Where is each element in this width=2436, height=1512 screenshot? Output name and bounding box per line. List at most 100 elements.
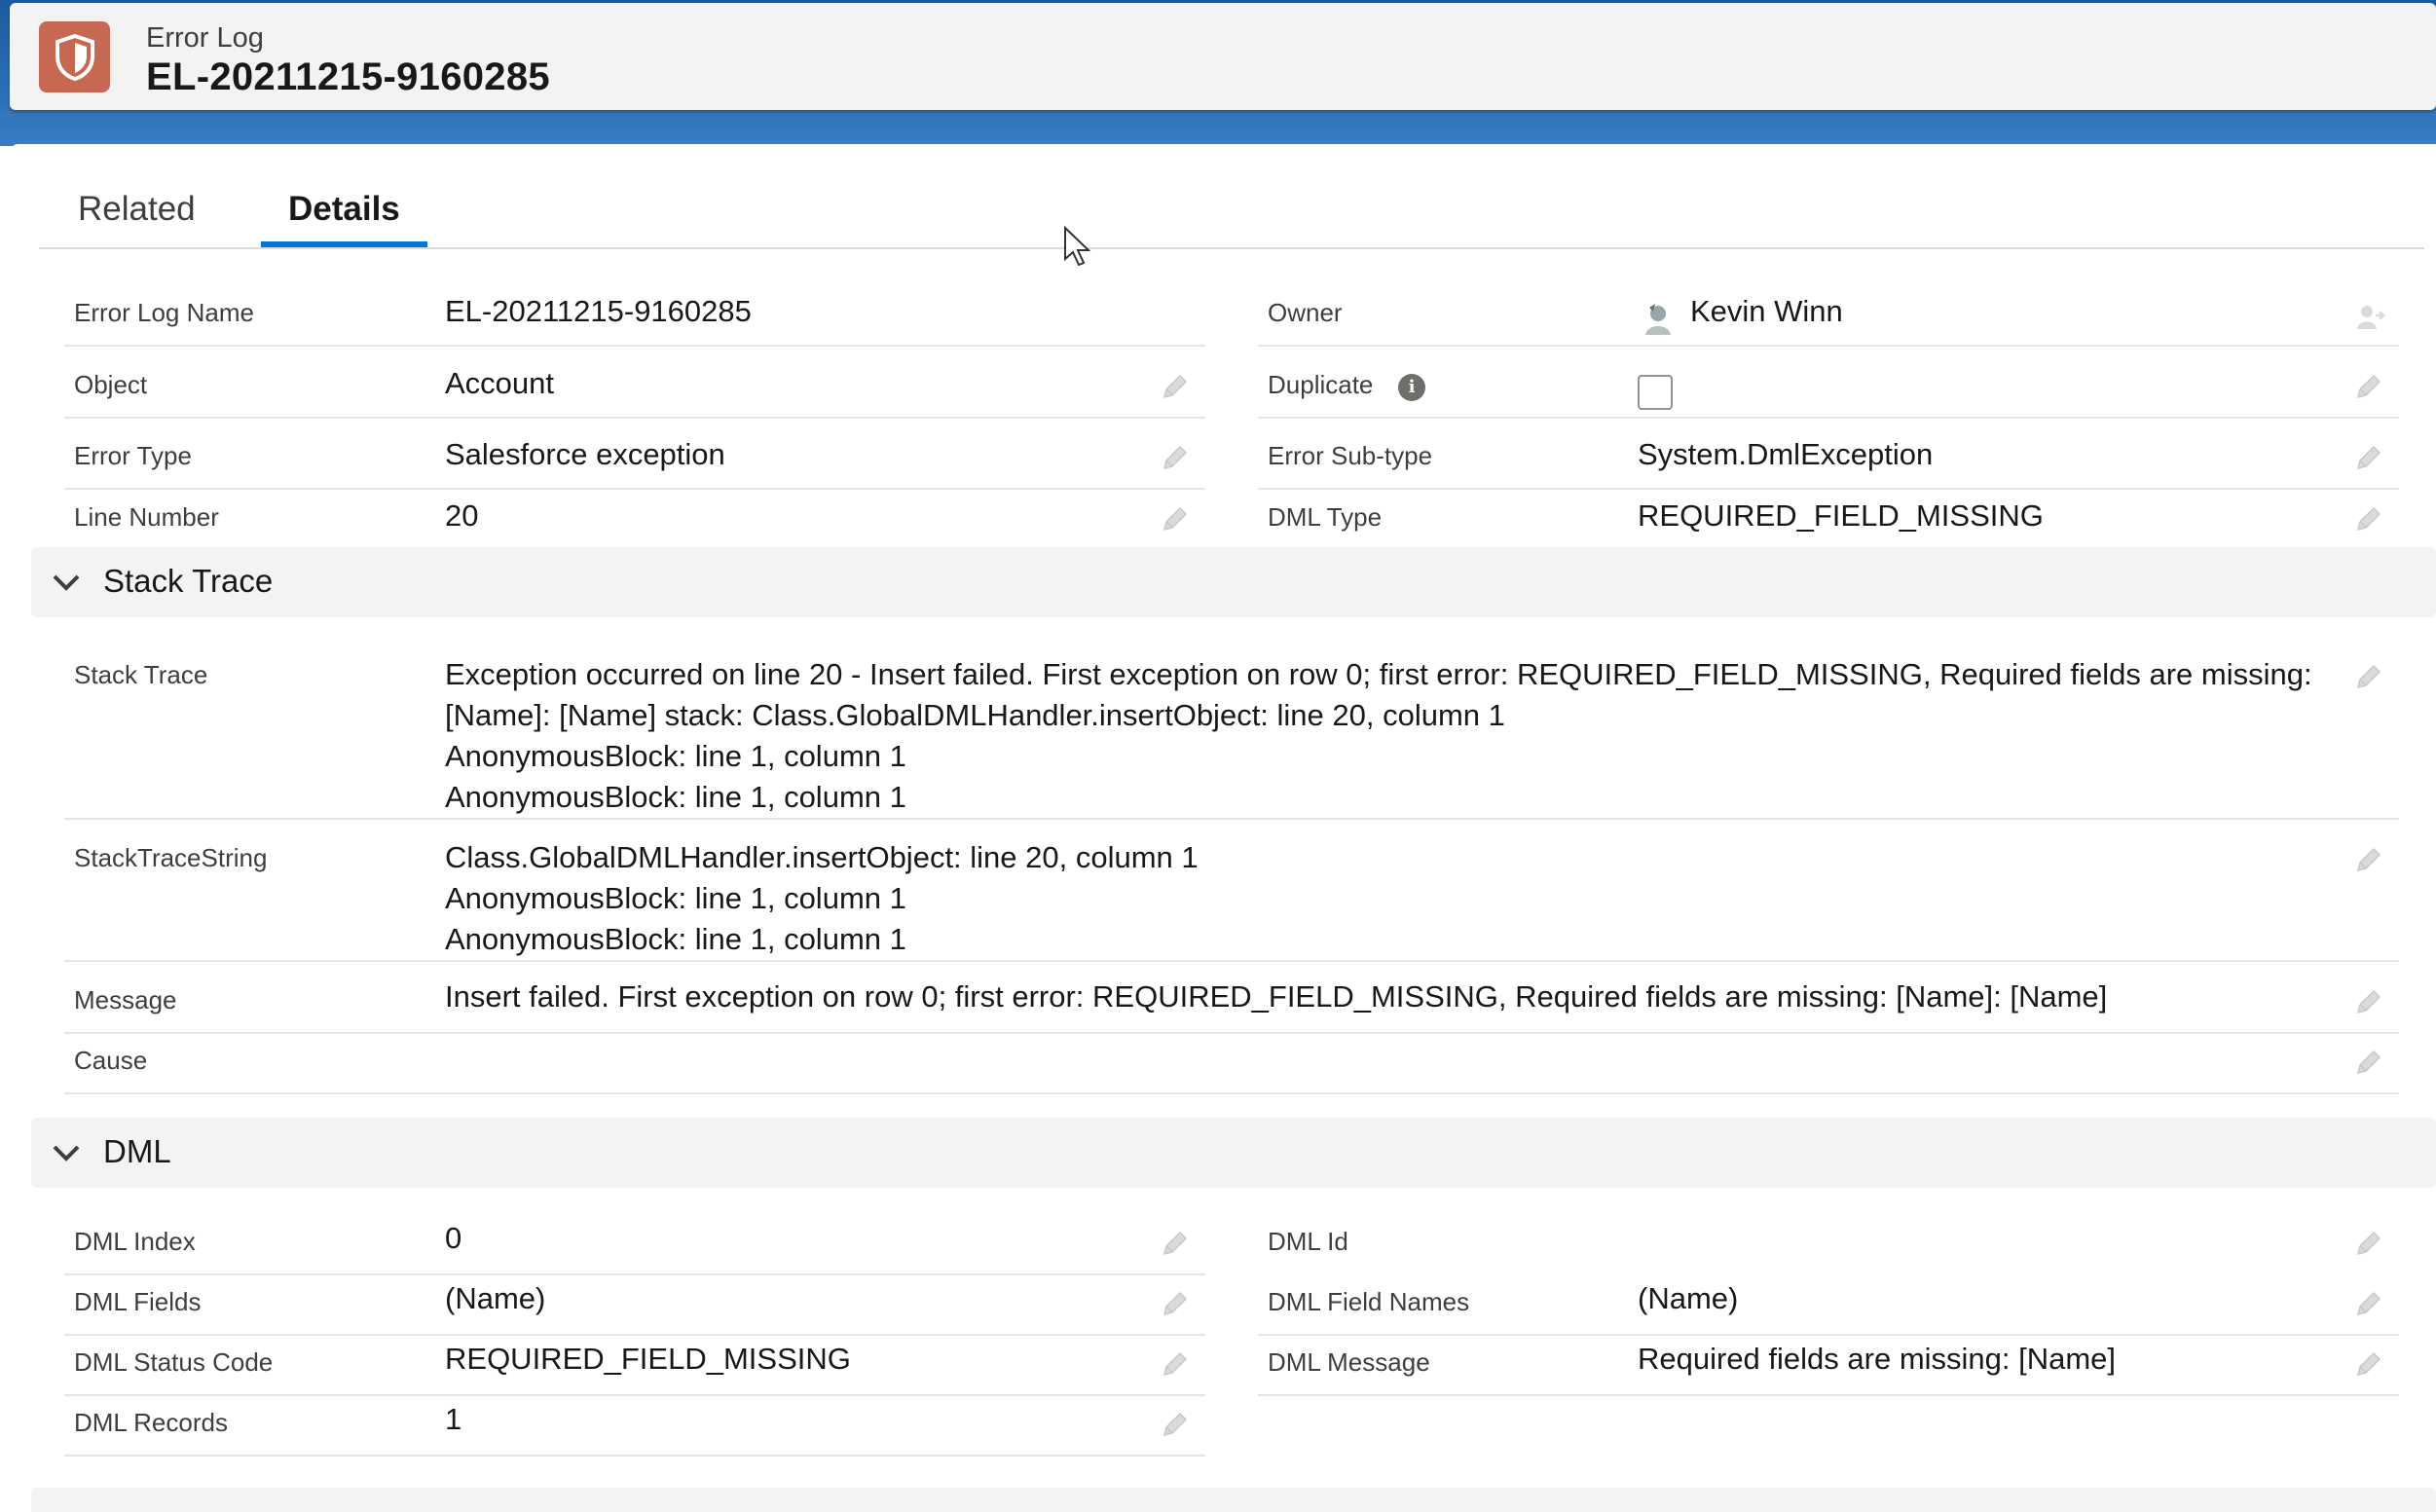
pencil-icon[interactable] bbox=[1159, 1347, 1192, 1381]
field-label: Cause bbox=[74, 1046, 148, 1075]
tab-details[interactable]: Details bbox=[261, 181, 427, 247]
field-dml-message: DML Message Required fields are missing:… bbox=[1258, 1338, 2399, 1396]
field-cause: Cause bbox=[64, 1036, 2399, 1094]
pencil-icon[interactable] bbox=[1159, 1287, 1192, 1320]
change-owner-icon[interactable] bbox=[2354, 302, 2385, 331]
pencil-icon[interactable] bbox=[2352, 660, 2385, 693]
field-value: Salesforce exception bbox=[445, 437, 725, 471]
chevron-down-icon bbox=[53, 574, 80, 591]
field-dml-status-code: DML Status Code REQUIRED_FIELD_MISSING bbox=[64, 1338, 1205, 1396]
pencil-icon[interactable] bbox=[1159, 1227, 1192, 1260]
chevron-down-icon bbox=[53, 1145, 80, 1162]
field-line-number: Line Number 20 bbox=[64, 493, 1205, 551]
divider bbox=[64, 1334, 1205, 1336]
field-label: DML Message bbox=[1268, 1347, 1430, 1377]
divider bbox=[64, 1394, 1205, 1396]
field-duplicate: Duplicate i bbox=[1258, 360, 2399, 419]
pencil-icon[interactable] bbox=[2352, 1227, 2385, 1260]
shield-icon bbox=[39, 21, 110, 92]
field-message: Message Insert failed. First exception o… bbox=[64, 976, 2399, 1034]
pencil-icon[interactable] bbox=[2352, 441, 2385, 474]
field-label: DML Records bbox=[74, 1408, 228, 1437]
divider bbox=[64, 1032, 2399, 1034]
divider bbox=[64, 488, 1205, 490]
pencil-icon[interactable] bbox=[2352, 843, 2385, 876]
field-label: DML Id bbox=[1268, 1227, 1348, 1256]
field-error-sub-type: Error Sub-type System.DmlException bbox=[1258, 431, 2399, 490]
field-label: Line Number bbox=[74, 502, 219, 532]
divider bbox=[1258, 1334, 2399, 1336]
field-owner: Owner Kevin Winn bbox=[1258, 288, 2399, 347]
stack-line: AnonymousBlock: line 1, column 1 bbox=[445, 780, 906, 814]
pencil-icon[interactable] bbox=[1159, 441, 1192, 474]
field-error-type: Error Type Salesforce exception bbox=[64, 431, 1205, 490]
field-label: Object bbox=[74, 370, 148, 399]
field-label: DML Status Code bbox=[74, 1347, 274, 1377]
owner-link[interactable]: Kevin Winn bbox=[1690, 294, 1843, 329]
divider bbox=[64, 345, 1205, 347]
field-dml-fields: DML Fields (Name) bbox=[64, 1277, 1205, 1336]
duplicate-checkbox[interactable] bbox=[1638, 375, 1673, 410]
pencil-icon[interactable] bbox=[2352, 1287, 2385, 1320]
field-dml-id: DML Id bbox=[1268, 1217, 2399, 1275]
pencil-icon[interactable] bbox=[1159, 1408, 1192, 1441]
stack-line: AnonymousBlock: line 1, column 1 bbox=[445, 739, 906, 773]
field-label: DML Type bbox=[1268, 502, 1383, 532]
pencil-icon[interactable] bbox=[2352, 985, 2385, 1018]
field-label: Error Sub-type bbox=[1268, 441, 1433, 470]
field-label: Duplicate bbox=[1268, 370, 1374, 399]
field-value: 20 bbox=[445, 498, 479, 533]
mouse-cursor-icon bbox=[1064, 226, 1091, 267]
divider bbox=[1258, 345, 2399, 347]
pencil-icon[interactable] bbox=[2352, 370, 2385, 403]
field-value: 0 bbox=[445, 1221, 462, 1255]
field-label: StackTraceString bbox=[74, 843, 268, 872]
stack-line: [Name]: [Name] stack: Class.GlobalDMLHan… bbox=[445, 698, 1505, 732]
pencil-icon[interactable] bbox=[2352, 502, 2385, 535]
field-object: Object Account bbox=[64, 360, 1205, 419]
section-title: DML bbox=[103, 1133, 171, 1169]
divider bbox=[64, 1092, 2399, 1094]
section-dml-header[interactable]: DML bbox=[31, 1118, 2436, 1188]
field-label: Owner bbox=[1268, 298, 1343, 327]
field-value: Insert failed. First exception on row 0;… bbox=[445, 979, 2108, 1014]
field-value: REQUIRED_FIELD_MISSING bbox=[1638, 498, 2044, 533]
tab-bar: Related Details bbox=[39, 181, 2424, 249]
field-label: Error Log Name bbox=[74, 298, 254, 327]
field-label: DML Field Names bbox=[1268, 1287, 1470, 1316]
divider bbox=[1258, 488, 2399, 490]
field-value: 1 bbox=[445, 1402, 462, 1436]
section-title: Stack Trace bbox=[103, 563, 274, 599]
field-value: Exception occurred on line 20 - Insert f… bbox=[445, 654, 2312, 818]
divider bbox=[64, 417, 1205, 419]
section-stack-trace-header[interactable]: Stack Trace bbox=[31, 547, 2436, 617]
pencil-icon[interactable] bbox=[1159, 370, 1192, 403]
field-dml-field-names: DML Field Names (Name) bbox=[1258, 1277, 2399, 1336]
divider bbox=[64, 1455, 1205, 1457]
avatar bbox=[1645, 304, 1671, 335]
record-title: EL-20211215-9160285 bbox=[146, 55, 550, 98]
stack-line: AnonymousBlock: line 1, column 1 bbox=[445, 922, 906, 956]
pencil-icon[interactable] bbox=[1159, 502, 1192, 535]
divider bbox=[1258, 1394, 2399, 1396]
field-stack-trace: Stack Trace Exception occurred on line 2… bbox=[64, 650, 2399, 820]
field-value: (Name) bbox=[445, 1281, 546, 1315]
section-next-header[interactable] bbox=[31, 1488, 2436, 1512]
divider bbox=[64, 818, 2399, 820]
stack-line: Exception occurred on line 20 - Insert f… bbox=[445, 657, 2312, 691]
stack-line: AnonymousBlock: line 1, column 1 bbox=[445, 881, 906, 915]
field-dml-records: DML Records 1 bbox=[64, 1398, 1205, 1457]
field-label: DML Fields bbox=[74, 1287, 202, 1316]
field-value: Class.GlobalDMLHandler.insertObject: lin… bbox=[445, 837, 1199, 960]
pencil-icon[interactable] bbox=[2352, 1347, 2385, 1381]
tab-related[interactable]: Related bbox=[51, 181, 223, 247]
field-label: Message bbox=[74, 985, 177, 1014]
field-value: REQUIRED_FIELD_MISSING bbox=[445, 1342, 851, 1376]
field-value: System.DmlException bbox=[1638, 437, 1934, 471]
field-dml-type: DML Type REQUIRED_FIELD_MISSING bbox=[1258, 493, 2399, 551]
field-value: Required fields are missing: [Name] bbox=[1638, 1342, 2117, 1376]
field-value: Account bbox=[445, 366, 555, 400]
info-icon[interactable]: i bbox=[1398, 374, 1425, 401]
field-label: Error Type bbox=[74, 441, 192, 470]
pencil-icon[interactable] bbox=[2352, 1046, 2385, 1079]
